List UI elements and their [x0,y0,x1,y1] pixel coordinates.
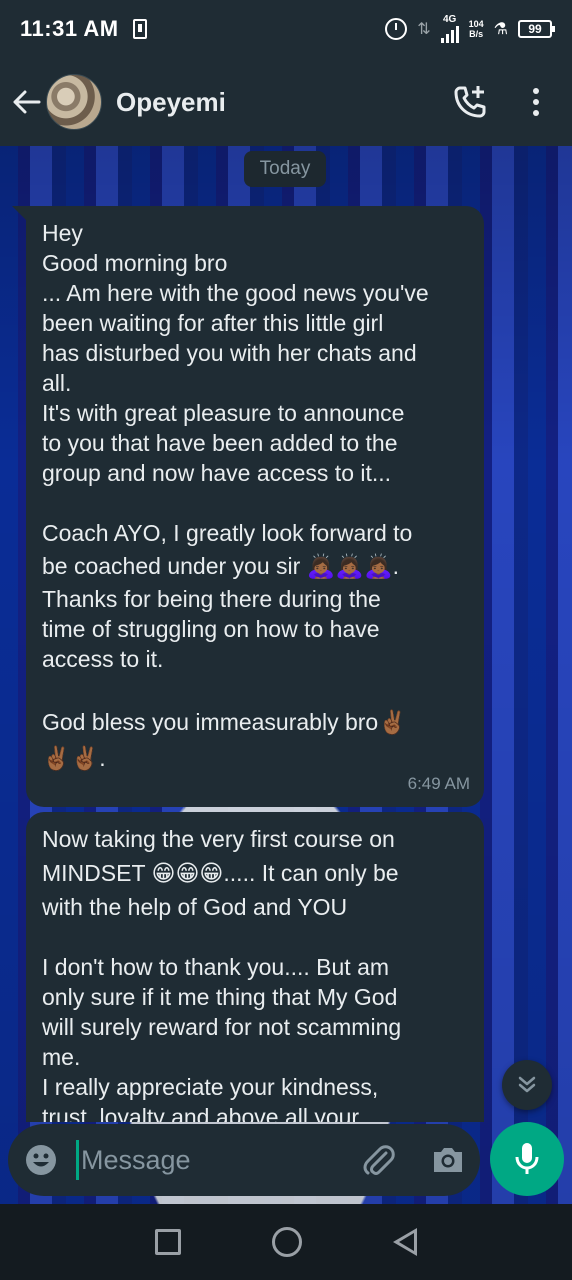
message-line: all. [42,370,72,396]
date-chip: Today [244,151,326,187]
home-icon[interactable] [271,1227,302,1257]
message-line: with the help of God and YOU [42,894,348,920]
message-line: trust, loyalty and above all your [42,1104,360,1122]
message-line: will surely reward for not scamming [42,1014,402,1040]
system-nav-bar [0,1204,572,1280]
camera-icon[interactable] [430,1142,466,1178]
alarm-icon [385,18,408,40]
status-time: 11:31 AM [20,16,119,41]
double-chevron-down-icon [518,1076,536,1093]
message-text: Hey Good morning bro ... Am here with th… [42,218,468,776]
message-line: be coached under you sir 🙇🏾‍♀️🙇🏾‍♀️🙇🏾‍♀️… [42,553,399,579]
more-vert-icon[interactable] [526,86,546,118]
status-bar: 11:31 AM ⇅ 4G 104 B/s ⚗ 99 [0,0,572,58]
message-composer [8,1124,480,1196]
message-line: only sure if it me thing that My God [42,984,398,1010]
message-line: It's with great pleasure to announce [42,400,405,426]
message-text: Now taking the very first course on MIND… [42,824,468,1122]
emoji-icon[interactable] [24,1143,58,1177]
contact-name[interactable]: Opeyemi [116,87,226,118]
net-speed-value: 104 [468,19,484,29]
sim-card-icon [132,19,147,39]
message-line: I don't how to thank you.... But am [42,954,390,980]
text-cursor [76,1140,79,1180]
back-arrow-icon[interactable] [12,87,42,117]
message-line: been waiting for after this little girl [42,310,384,336]
chat-header: Opeyemi [0,58,572,146]
mic-icon [515,1143,539,1174]
chat-area[interactable]: Today Hey Good morning bro ... Am here w… [0,146,572,1204]
message-line: Coach AYO, I greatly look forward to [42,520,413,546]
message-line [42,922,468,952]
add-call-icon[interactable] [452,84,488,120]
network-type: 4G [442,14,457,25]
battery-level: 99 [528,22,542,36]
message-line: Hey [42,220,83,246]
message-line: has disturbed you with her chats and [42,340,417,366]
message-line: Now taking the very first course on [42,826,395,852]
message-time: 6:49 AM [407,774,470,793]
message-line: ... Am here with the good news you've [42,280,429,306]
message-line [42,488,468,518]
data-transfer-icon: ⇅ [417,21,431,38]
flask-icon: ⚗ [493,21,508,38]
message-bubble[interactable]: Hey Good morning bro ... Am here with th… [12,206,484,807]
message-line: to you that have been added to the [42,430,398,456]
mic-button[interactable] [490,1122,564,1196]
net-speed: 104 B/s [469,19,484,39]
scroll-to-bottom-button[interactable] [502,1060,552,1110]
message-line: time of struggling on how to have [42,616,380,642]
avatar[interactable] [46,74,102,130]
message-line: I really appreciate your kindness, [42,1074,379,1100]
message-line: me. [42,1044,81,1070]
message-line: Good morning bro [42,250,228,276]
signal-icon [440,25,459,43]
message-bubble[interactable]: Now taking the very first course on MIND… [26,812,484,1122]
message-line: MINDSET 😁😁😁..... It can only be [42,860,399,886]
message-line: group and now have access to it... [42,460,392,486]
message-line: ✌🏾✌🏾. [42,745,106,771]
nav-back-icon[interactable] [392,1228,417,1256]
attach-icon[interactable] [360,1141,398,1179]
message-line: Thanks for being there during the [42,586,381,612]
message-line: God bless you immeasurably bro✌🏾 [42,709,407,735]
message-line [42,674,468,704]
battery-icon: 99 [518,20,555,38]
net-speed-unit: B/s [469,29,484,39]
recent-apps-icon[interactable] [155,1229,182,1255]
message-input[interactable] [81,1144,351,1176]
message-line: access to it. [42,646,164,672]
